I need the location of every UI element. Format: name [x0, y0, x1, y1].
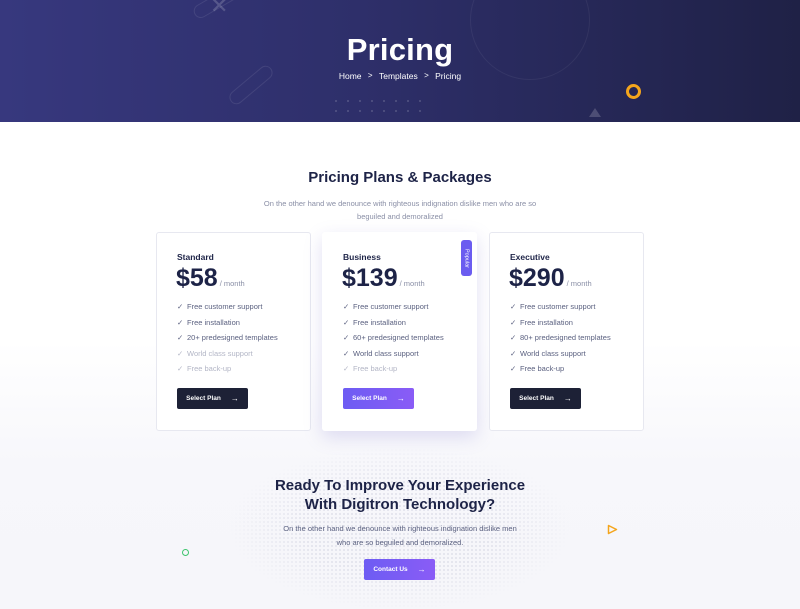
- check-icon: ✓: [177, 333, 184, 342]
- breadcrumb-current: Pricing: [435, 70, 462, 81]
- page-title: Pricing: [346, 32, 454, 67]
- breadcrumb: Home > Templates > Pricing: [0, 70, 800, 81]
- feature-item: ✓ Free installation: [510, 317, 573, 327]
- breadcrumb-templates-link[interactable]: Templates: [379, 71, 418, 81]
- check-icon: ✓: [177, 317, 184, 327]
- page-hero: ✕ Pricing Home > Templates > Pricing: [0, 0, 800, 122]
- plan-name: Standard: [177, 252, 214, 262]
- feature-item-disabled: ✓ Free back-up: [343, 364, 398, 373]
- feature-item-disabled: ✓ Free back-up: [177, 364, 232, 373]
- feature-list: ✓ Free customer support ✓ Free installatio…: [343, 302, 444, 380]
- feature-item: ✓ 20+ predesigned templates: [177, 333, 278, 342]
- cta-title-line: With Digitron Technology?: [304, 496, 496, 513]
- price-amount: $58: [176, 264, 218, 292]
- plan-name: Business: [343, 252, 381, 262]
- select-plan-button-business[interactable]: Select Plan →: [343, 388, 414, 409]
- dot-grid-decoration: [330, 96, 430, 118]
- arrow-right-icon: →: [230, 394, 239, 403]
- check-icon: ✓: [510, 302, 517, 311]
- triangle-icon: [589, 108, 601, 117]
- check-icon: ✓: [343, 348, 350, 358]
- pricing-card-business: Popular Business $139/ month ✓ Free custo…: [322, 232, 477, 431]
- cta-title-line: Ready To Improve Your Experience: [274, 477, 526, 494]
- chevron-right-icon: >: [367, 71, 373, 81]
- cta-subtitle-line: On the other hand we denounce with right…: [283, 524, 517, 533]
- contact-us-button[interactable]: Contact Us →: [364, 559, 435, 580]
- check-icon: ✓: [510, 317, 517, 327]
- feature-item: ✓ World class support: [343, 348, 419, 358]
- arrow-right-icon: →: [396, 394, 405, 403]
- feature-list: ✓ Free customer support ✓ Free installatio…: [510, 302, 611, 380]
- check-icon: ✓: [510, 348, 517, 358]
- feature-item: ✓ World class support: [510, 348, 586, 358]
- check-icon: ✓: [343, 333, 350, 342]
- green-ring-icon: [182, 549, 189, 556]
- feature-item: ✓ Free installation: [343, 317, 406, 327]
- check-icon: ✓: [343, 317, 350, 327]
- cta-subtitle-line: who are so beguiled and demoralized.: [336, 537, 464, 547]
- plan-name: Executive: [510, 252, 550, 262]
- feature-item: ✓ 60+ predesigned templates: [343, 333, 444, 342]
- price-period: / month: [566, 279, 592, 288]
- feature-item: ✓ Free installation: [177, 317, 240, 327]
- feature-item: ✓ Free customer support: [177, 302, 263, 311]
- plan-price: $139/ month: [342, 264, 425, 293]
- check-icon: ✓: [343, 302, 350, 311]
- price-amount: $290: [509, 264, 565, 292]
- feature-list: ✓ Free customer support ✓ Free installatio…: [177, 302, 278, 380]
- cta-title: Ready To Improve Your Experience With Di…: [0, 476, 800, 514]
- feature-item-disabled: ✓ World class support: [177, 348, 253, 358]
- check-icon: ✓: [177, 302, 184, 311]
- plan-price: $290/ month: [509, 264, 592, 293]
- orange-ring-icon: [626, 84, 641, 99]
- arrow-right-icon: →: [417, 565, 426, 574]
- feature-item: ✓ Free back-up: [510, 364, 565, 373]
- plan-price: $58/ month: [176, 264, 245, 293]
- cta-subtitle: On the other hand we denounce with right…: [270, 522, 530, 549]
- check-icon: ✓: [177, 364, 184, 373]
- breadcrumb-home-link[interactable]: Home: [339, 71, 362, 81]
- x-shape-icon: ✕: [210, 0, 229, 19]
- check-icon: ✓: [510, 333, 517, 342]
- arrow-right-icon: →: [563, 394, 572, 403]
- check-icon: ✓: [510, 364, 517, 373]
- select-plan-button-standard[interactable]: Select Plan →: [177, 388, 248, 409]
- pricing-card-executive: Executive $290/ month ✓ Free customer sup…: [489, 232, 644, 431]
- check-icon: ✓: [177, 348, 184, 358]
- pricing-section-subtitle: On the other hand we denounce with right…: [263, 199, 537, 221]
- price-period: / month: [219, 279, 245, 288]
- feature-item: ✓ Free customer support: [510, 302, 596, 311]
- chevron-right-icon: >: [424, 71, 429, 81]
- feature-item: ✓ 80+ predesigned templates: [510, 333, 611, 342]
- select-plan-button-executive[interactable]: Select Plan →: [510, 388, 581, 409]
- pricing-section-title: Pricing Plans & Packages: [308, 169, 492, 186]
- check-icon: ✓: [343, 364, 350, 373]
- popular-badge: Popular: [461, 240, 472, 276]
- pricing-card-standard: Standard $58/ month ✓ Free customer suppo…: [156, 232, 311, 431]
- price-period: / month: [399, 279, 425, 288]
- price-amount: $139: [342, 264, 398, 292]
- feature-item: ✓ Free customer support: [343, 302, 429, 311]
- play-triangle-icon: [607, 524, 618, 535]
